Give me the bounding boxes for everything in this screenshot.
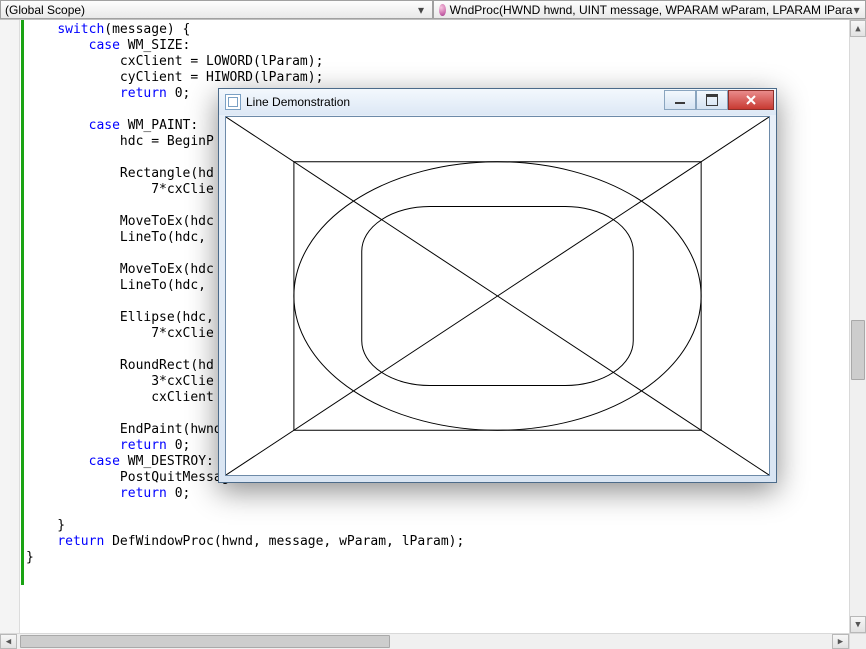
chevron-down-icon: ▾ (414, 3, 428, 17)
app-icon (225, 94, 241, 110)
window-client-area (225, 116, 770, 476)
function-dropdown[interactable]: WndProc(HWND hwnd, UINT message, WPARAM … (433, 0, 866, 19)
change-marker (21, 20, 24, 585)
scroll-up-button[interactable]: ▲ (850, 20, 866, 37)
horizontal-scrollbar[interactable]: ◀ ▶ (0, 633, 849, 649)
scope-dropdown[interactable]: (Global Scope) ▾ (0, 0, 433, 19)
function-label: WndProc(HWND hwnd, UINT message, WPARAM … (450, 3, 853, 17)
minimize-button[interactable] (664, 90, 696, 110)
window-title: Line Demonstration (246, 95, 350, 109)
scope-label: (Global Scope) (5, 3, 85, 17)
scroll-down-button[interactable]: ▼ (850, 616, 866, 633)
method-icon (438, 3, 447, 17)
window-titlebar[interactable]: Line Demonstration (219, 89, 776, 115)
scroll-left-button[interactable]: ◀ (0, 634, 17, 649)
demo-window[interactable]: Line Demonstration (218, 88, 777, 483)
size-grip (849, 633, 866, 649)
vertical-scrollbar[interactable]: ▲ ▼ (849, 20, 866, 633)
maximize-button[interactable] (696, 90, 728, 110)
vertical-scroll-thumb[interactable] (851, 320, 865, 380)
close-button[interactable] (728, 90, 774, 110)
scroll-right-button[interactable]: ▶ (832, 634, 849, 649)
close-icon (745, 94, 757, 106)
chevron-down-icon: ▾ (852, 3, 861, 17)
line-demo-drawing (226, 117, 769, 475)
navigation-bar: (Global Scope) ▾ WndProc(HWND hwnd, UINT… (0, 0, 866, 20)
editor-gutter (0, 20, 20, 633)
horizontal-scroll-thumb[interactable] (20, 635, 390, 648)
